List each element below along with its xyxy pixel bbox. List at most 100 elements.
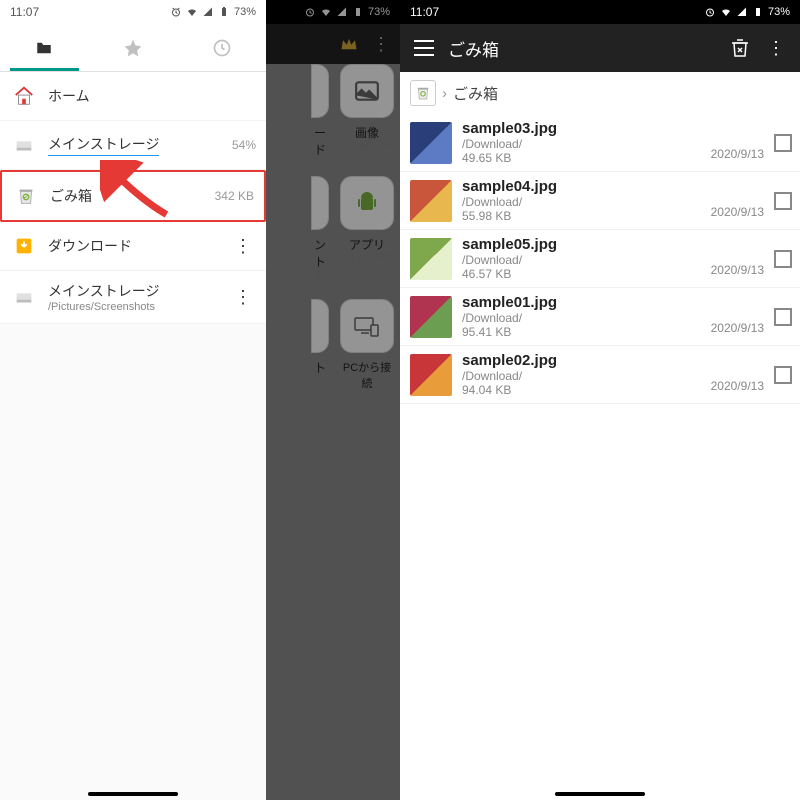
trash-icon [410, 80, 436, 106]
file-thumbnail [410, 122, 452, 164]
file-row[interactable]: sample05.jpg/Download/46.57 KB2020/9/13 [400, 230, 800, 288]
file-thumbnail [410, 238, 452, 280]
signal-icon [202, 6, 214, 18]
folder-icon [34, 39, 54, 57]
storage-percent: 54% [232, 138, 256, 152]
alarm-icon [704, 6, 716, 18]
select-checkbox[interactable] [774, 308, 792, 326]
tab-folder[interactable] [0, 24, 89, 71]
sidebar-item-trash[interactable]: ごみ箱 342 KB [0, 170, 266, 222]
tile-label: ード [310, 124, 330, 158]
grid-tile[interactable]: ード [310, 64, 330, 158]
wifi-icon [320, 6, 332, 18]
status-bar: 11:07 73% [0, 0, 266, 24]
breadcrumb-label: ごみ箱 [453, 83, 498, 104]
pc-connect-icon [340, 299, 394, 353]
file-meta: sample05.jpg/Download/46.57 KB [462, 236, 711, 281]
sidebar-item-download[interactable]: ダウンロード ⋮ [0, 222, 266, 271]
select-checkbox[interactable] [774, 192, 792, 210]
sidebar-item-label: メインストレージ [48, 134, 159, 156]
nav-pill[interactable] [88, 792, 178, 796]
status-icons: 73% [704, 6, 790, 18]
tile-label: アプリ [338, 236, 396, 253]
breadcrumb[interactable]: › ごみ箱 [400, 72, 800, 114]
tab-history[interactable] [177, 24, 266, 71]
more-menu-icon[interactable]: ⋮ [230, 287, 256, 308]
select-checkbox[interactable] [774, 134, 792, 152]
tile-sub: 2.4 GB (87) [338, 253, 396, 264]
grid-tile[interactable]: ント 3) [310, 176, 330, 281]
file-name: sample05.jpg [462, 236, 711, 253]
status-icons: 73% [170, 6, 256, 18]
file-row[interactable]: sample01.jpg/Download/95.41 KB2020/9/13 [400, 288, 800, 346]
grid-tile-images[interactable]: 画像 23.9 MB (24) [338, 64, 396, 158]
grid-tile-pc[interactable]: PCから接続 [338, 299, 396, 391]
file-size: 94.04 KB [462, 383, 711, 397]
file-size: 55.98 KB [462, 209, 711, 223]
android-icon [340, 176, 394, 230]
tile-label: PCから接続 [338, 359, 396, 391]
sidebar-item-label: ごみ箱 [50, 186, 92, 206]
battery-icon [352, 6, 364, 18]
file-list: sample03.jpg/Download/49.65 KB2020/9/13s… [400, 114, 800, 404]
file-path: /Download/ [462, 369, 711, 383]
file-size: 95.41 KB [462, 325, 711, 339]
chevron-right-icon: › [442, 85, 447, 102]
file-name: sample01.jpg [462, 294, 711, 311]
file-date: 2020/9/13 [711, 205, 764, 223]
file-path: /Download/ [462, 137, 711, 151]
more-menu-button[interactable]: ⋮ [758, 30, 794, 66]
file-size: 46.57 KB [462, 267, 711, 281]
grid-tile-apps[interactable]: アプリ 2.4 GB (87) [338, 176, 396, 281]
delete-all-button[interactable] [722, 30, 758, 66]
file-date: 2020/9/13 [711, 147, 764, 165]
battery-icon [752, 6, 764, 18]
battery-percent: 73% [768, 6, 790, 18]
wifi-icon [186, 6, 198, 18]
tile-sub: 3) [310, 270, 330, 281]
category-grid: ード 画像 23.9 MB (24) ント 3) アプリ 2.4 [266, 24, 400, 800]
image-icon [340, 64, 394, 118]
drive-icon [10, 131, 38, 159]
file-thumbnail [410, 296, 452, 338]
sidebar-item-screenshots[interactable]: メインストレージ /Pictures/Screenshots ⋮ [0, 271, 266, 324]
status-bar: 11:07 73% [400, 0, 800, 24]
sidebar-item-home[interactable]: ホーム [0, 72, 266, 121]
trash-size: 342 KB [215, 189, 254, 203]
more-menu-icon[interactable]: ⋮ [230, 236, 256, 257]
trash-icon [12, 182, 40, 210]
file-thumbnail [410, 354, 452, 396]
tile-sub: 23.9 MB (24) [338, 141, 396, 152]
status-icons: 73% [304, 6, 390, 18]
hamburger-icon [414, 40, 434, 56]
sidebar-item-sub: /Pictures/Screenshots [48, 301, 159, 313]
file-meta: sample02.jpg/Download/94.04 KB [462, 352, 711, 397]
select-checkbox[interactable] [774, 250, 792, 268]
select-checkbox[interactable] [774, 366, 792, 384]
sidebar-item-storage[interactable]: メインストレージ 54% [0, 121, 266, 170]
file-date: 2020/9/13 [711, 321, 764, 339]
sidebar-item-label: ダウンロード [48, 236, 132, 256]
battery-icon [218, 6, 230, 18]
file-row[interactable]: sample04.jpg/Download/55.98 KB2020/9/13 [400, 172, 800, 230]
nav-pill[interactable] [555, 792, 645, 796]
file-date: 2020/9/13 [711, 263, 764, 281]
file-size: 49.65 KB [462, 151, 711, 165]
menu-button[interactable] [406, 30, 442, 66]
tile-label: 画像 [338, 124, 396, 141]
sidebar-item-label: ホーム [48, 86, 90, 106]
file-name: sample02.jpg [462, 352, 711, 369]
tab-favorites[interactable] [89, 24, 178, 71]
file-row[interactable]: sample02.jpg/Download/94.04 KB2020/9/13 [400, 346, 800, 404]
wifi-icon [720, 6, 732, 18]
file-path: /Download/ [462, 253, 711, 267]
battery-percent: 73% [234, 6, 256, 18]
alarm-icon [170, 6, 182, 18]
file-meta: sample03.jpg/Download/49.65 KB [462, 120, 711, 165]
file-date: 2020/9/13 [711, 379, 764, 397]
signal-icon [736, 6, 748, 18]
grid-tile[interactable]: ト [310, 299, 330, 391]
file-row[interactable]: sample03.jpg/Download/49.65 KB2020/9/13 [400, 114, 800, 172]
tile-label: ント [310, 236, 330, 270]
alarm-icon [304, 6, 316, 18]
